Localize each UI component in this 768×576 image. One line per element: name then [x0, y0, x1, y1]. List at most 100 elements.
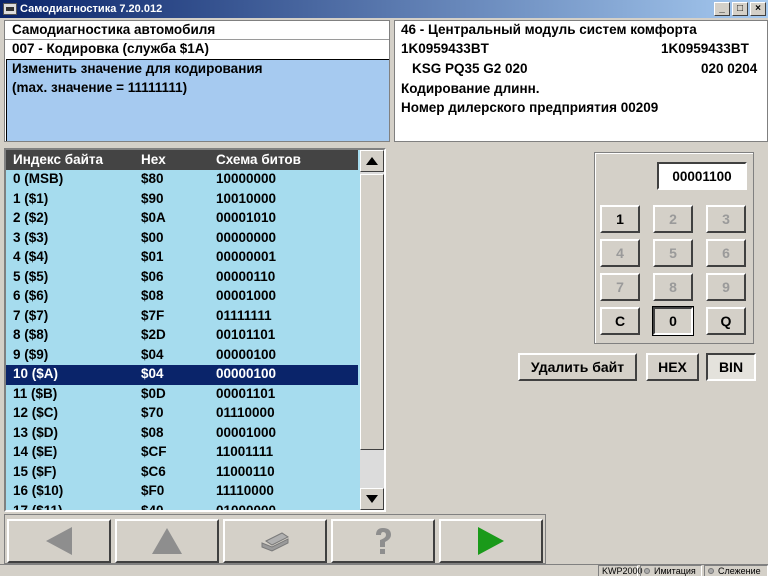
- simulation-led-icon: [644, 568, 650, 574]
- function-info-panel: Самодиагностика автомобиля 007 - Кодиров…: [4, 20, 390, 142]
- row-hex: $08: [141, 288, 164, 303]
- key-9[interactable]: 9: [706, 273, 746, 301]
- row-bits: 00000100: [216, 366, 277, 381]
- table-row[interactable]: 11 ($B) $0D 00001101: [6, 385, 358, 405]
- row-hex: $7F: [141, 307, 165, 323]
- row-index: 6 ($6): [13, 288, 49, 303]
- row-index: 0 (MSB): [13, 171, 64, 186]
- key-3[interactable]: 3: [706, 205, 746, 233]
- row-hex: $90: [141, 190, 164, 206]
- header-index: Индекс байта: [13, 152, 104, 167]
- row-hex: $08: [141, 424, 164, 440]
- up-button[interactable]: [115, 519, 219, 563]
- scroll-down-button[interactable]: [360, 488, 384, 510]
- table-row[interactable]: 16 ($10) $F0 11110000: [6, 482, 358, 502]
- key-6[interactable]: 6: [706, 239, 746, 267]
- row-bits: 00001000: [216, 424, 277, 440]
- row-bits: 11001111: [216, 444, 274, 459]
- maximize-button[interactable]: □: [732, 2, 748, 16]
- table-row[interactable]: 12 ($C) $70 01110000: [6, 404, 358, 424]
- bin-mode-button[interactable]: BIN: [706, 353, 756, 381]
- part-number: 1K0959433BT: [401, 41, 489, 56]
- table-row[interactable]: 6 ($6) $08 00001000: [6, 287, 358, 307]
- table-row[interactable]: 2 ($2) $0A 00001010: [6, 209, 358, 229]
- tracking-indicator: Слежение: [704, 565, 768, 576]
- title-bar: Самодиагностика 7.20.012 _ □ ×: [0, 0, 768, 18]
- print-button[interactable]: [223, 519, 327, 563]
- hex-mode-button[interactable]: HEX: [646, 353, 699, 381]
- row-index: 8 ($8): [13, 327, 49, 342]
- key-clear[interactable]: C: [600, 307, 640, 335]
- app-icon: [3, 3, 17, 15]
- row-hex: $0A: [141, 210, 166, 225]
- row-hex: $F0: [141, 483, 165, 498]
- key-1[interactable]: 1: [600, 205, 640, 233]
- table-row[interactable]: 9 ($9) $04 00000100: [6, 346, 358, 366]
- minimize-button[interactable]: _: [714, 2, 730, 16]
- key-5[interactable]: 5: [653, 239, 693, 267]
- key-7[interactable]: 7: [600, 273, 640, 301]
- forward-button[interactable]: [439, 519, 543, 563]
- row-hex: $2D: [141, 327, 166, 342]
- help-button[interactable]: [331, 519, 435, 563]
- table-row[interactable]: 8 ($8) $2D 00101101: [6, 326, 358, 346]
- row-index: 10 ($A): [13, 366, 59, 381]
- row-bits: 11110000: [216, 483, 274, 498]
- scroll-up-button[interactable]: [360, 150, 384, 172]
- row-index: 7 ($7): [13, 307, 49, 323]
- table-row[interactable]: 14 ($E) $CF 11001111: [6, 443, 358, 463]
- table-row[interactable]: 17 ($11) $40 01000000: [6, 502, 358, 512]
- row-hex: $C6: [141, 463, 166, 479]
- key-quit[interactable]: Q: [706, 307, 746, 335]
- header-bits: Схема битов: [216, 152, 301, 167]
- scroll-thumb[interactable]: [360, 174, 384, 450]
- simulation-label: Имитация: [654, 566, 696, 576]
- table-row[interactable]: 15 ($F) $C6 11000110: [6, 463, 358, 483]
- table-row[interactable]: 3 ($3) $00 00000000: [6, 229, 358, 249]
- row-bits: 10000000: [216, 171, 277, 186]
- row-hex: $80: [141, 171, 164, 186]
- table-row[interactable]: 7 ($7) $7F 01111111: [6, 307, 358, 327]
- key-4[interactable]: 4: [600, 239, 640, 267]
- function-service: 007 - Кодировка (служба $1A): [12, 41, 210, 56]
- table-row[interactable]: 0 (MSB) $80 10000000: [6, 170, 358, 190]
- row-index: 16 ($10): [13, 483, 64, 498]
- key-8[interactable]: 8: [653, 273, 693, 301]
- software-version: 020 0204: [701, 61, 758, 76]
- header-hex: Hex: [141, 152, 166, 167]
- row-bits: 00001010: [216, 210, 277, 225]
- controller-info-panel: 46 - Центральный модуль систем комфорта …: [394, 20, 768, 142]
- instruction-text: Изменить значение для кодирования: [12, 61, 263, 76]
- table-row[interactable]: 13 ($D) $08 00001000: [6, 424, 358, 444]
- byte-table: Индекс байта Hex Схема битов 0 (MSB) $80 1…: [4, 148, 386, 512]
- row-hex: $40: [141, 502, 164, 512]
- row-index: 15 ($F): [13, 463, 57, 479]
- tracking-label: Слежение: [718, 566, 761, 576]
- row-bits: 00000110: [216, 268, 276, 284]
- table-scrollbar[interactable]: [360, 150, 384, 510]
- row-index: 9 ($9): [13, 346, 49, 362]
- row-bits: 00000001: [216, 249, 277, 264]
- table-row[interactable]: 4 ($4) $01 00000001: [6, 248, 358, 268]
- close-button[interactable]: ×: [750, 2, 766, 16]
- table-row[interactable]: 10 ($A) $04 00000100: [6, 365, 358, 385]
- function-title: Самодиагностика автомобиля: [12, 22, 216, 37]
- table-row[interactable]: 1 ($1) $90 10010000: [6, 190, 358, 210]
- row-index: 17 ($11): [13, 502, 63, 512]
- down-triangle-icon: [366, 495, 378, 503]
- delete-byte-button[interactable]: Удалить байт: [518, 353, 637, 381]
- key-0[interactable]: 0: [652, 306, 694, 336]
- row-bits: 11000110: [216, 463, 275, 479]
- table-row[interactable]: 5 ($5) $06 00000110: [6, 268, 358, 288]
- row-bits: 01111111: [216, 307, 272, 323]
- divider: [5, 39, 389, 40]
- simulation-indicator: Имитация: [640, 565, 702, 576]
- row-index: 2 ($2): [13, 210, 49, 225]
- row-index: 5 ($5): [13, 268, 49, 284]
- row-hex: $06: [141, 268, 164, 284]
- key-2[interactable]: 2: [653, 205, 693, 233]
- row-index: 1 ($1): [13, 190, 49, 206]
- back-button[interactable]: [7, 519, 111, 563]
- row-bits: 10010000: [216, 190, 277, 206]
- up-triangle-icon: [366, 157, 378, 165]
